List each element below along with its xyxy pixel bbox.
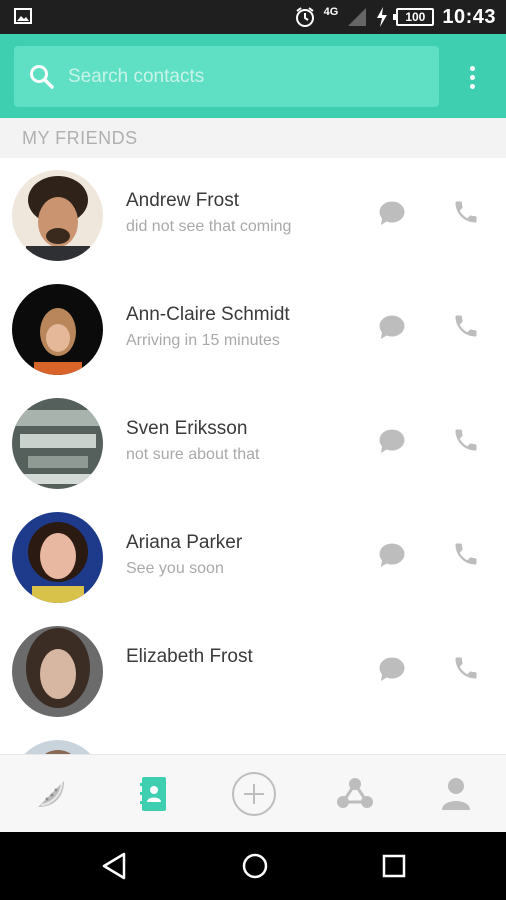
search-bar[interactable]: [14, 46, 439, 107]
group-icon[interactable]: [330, 769, 380, 819]
contact-name: Ann-Claire Schmidt: [126, 304, 290, 325]
phone-icon[interactable]: [452, 312, 480, 340]
message-icon[interactable]: [378, 656, 406, 682]
watermelon-icon[interactable]: [27, 769, 77, 819]
message-icon[interactable]: [378, 428, 406, 454]
contact-name: Andrew Frost: [126, 190, 239, 211]
contact-status: Arriving in 15 minutes: [126, 332, 280, 349]
contact-item[interactable]: Ann-Claire Schmidt Arriving in 15 minute…: [0, 272, 506, 386]
message-icon[interactable]: [378, 542, 406, 568]
avatar[interactable]: [12, 512, 103, 603]
avatar[interactable]: [12, 398, 103, 489]
contact-item[interactable]: Sven Eriksson not sure about that: [0, 386, 506, 500]
home-icon[interactable]: [237, 848, 273, 884]
contact-status: not sure about that: [126, 446, 260, 463]
contact-item[interactable]: Andrew Frost did not see that coming: [0, 158, 506, 272]
clock: 10:43: [442, 5, 496, 28]
signal-icon: [348, 8, 367, 26]
contact-item[interactable]: Ariana Parker See you soon: [0, 500, 506, 614]
contact-name: Sven Eriksson: [126, 418, 248, 439]
message-icon[interactable]: [378, 314, 406, 340]
contact-list[interactable]: Andrew Frost did not see that coming Ann…: [0, 158, 506, 754]
contacts-book-icon[interactable]: [128, 769, 178, 819]
message-icon[interactable]: [378, 200, 406, 226]
add-circle-icon[interactable]: [229, 769, 279, 819]
avatar[interactable]: [12, 284, 103, 375]
contact-status: See you soon: [126, 560, 224, 577]
contact-status: did not see that coming: [126, 218, 292, 235]
alarm-icon: [295, 7, 314, 27]
image-notification-icon: [14, 8, 32, 24]
search-input[interactable]: [68, 65, 408, 88]
contact-item[interactable]: Elizabeth Frost: [0, 614, 506, 728]
phone-icon[interactable]: [452, 426, 480, 454]
contact-item[interactable]: [0, 728, 506, 754]
system-navigation-bar: [0, 832, 506, 900]
contact-name: Ariana Parker: [126, 532, 243, 553]
contact-name: Elizabeth Frost: [126, 646, 253, 667]
profile-icon[interactable]: [431, 769, 481, 819]
bottom-navigation: [0, 754, 506, 832]
back-icon[interactable]: [96, 848, 132, 884]
recents-icon[interactable]: [376, 848, 412, 884]
phone-icon[interactable]: [452, 654, 480, 682]
charging-icon: [377, 7, 388, 27]
network-type-label: 4G: [323, 6, 339, 18]
section-header: MY FRIENDS: [0, 118, 506, 158]
phone-icon[interactable]: [452, 540, 480, 568]
avatar[interactable]: [12, 740, 103, 754]
avatar[interactable]: [12, 170, 103, 261]
battery-indicator: 100: [393, 8, 435, 26]
status-bar: 4G 100 10:43: [0, 0, 506, 34]
search-icon[interactable]: [28, 63, 56, 91]
overflow-menu-icon[interactable]: [460, 62, 484, 92]
app-header: [0, 34, 506, 118]
phone-icon[interactable]: [452, 198, 480, 226]
battery-level: 100: [405, 10, 426, 24]
avatar[interactable]: [12, 626, 103, 717]
